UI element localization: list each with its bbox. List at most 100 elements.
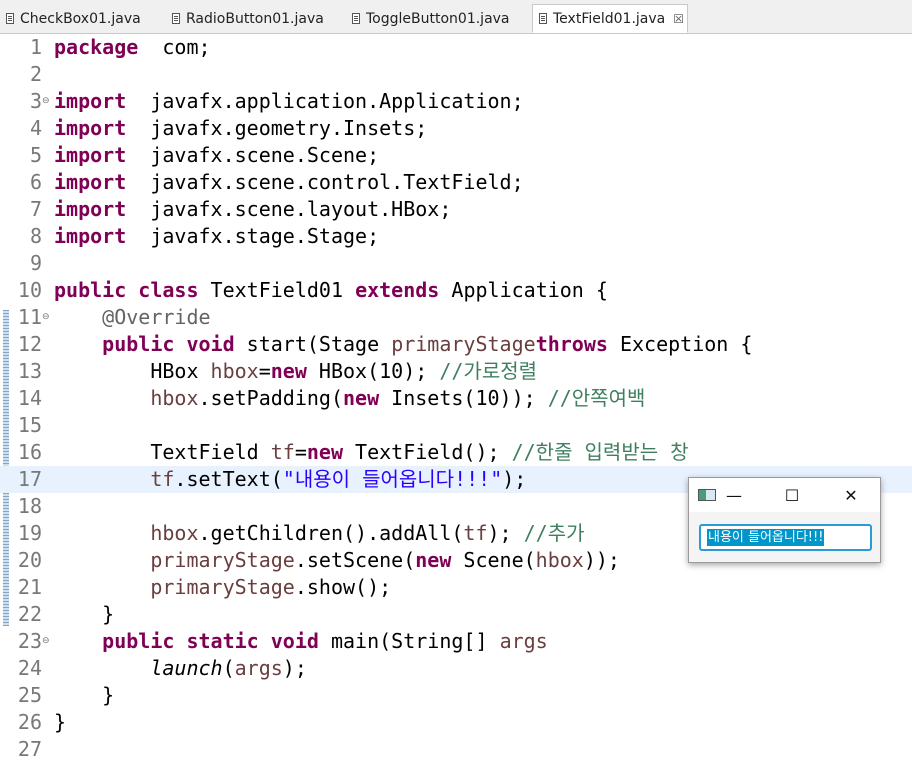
code-editor[interactable]: 1 package com; 2 3 ⊖ import javafx.applicatio… xyxy=(0,34,912,763)
code-line[interactable]: 8 import javafx.stage.Stage; xyxy=(0,223,912,250)
tab-label: RadioButton01.java xyxy=(186,10,324,27)
code-token: HBox(10); xyxy=(306,359,440,383)
close-button[interactable]: ✕ xyxy=(840,486,862,506)
code-line[interactable]: 11 ⊖ @Override xyxy=(0,304,912,331)
minimize-button[interactable]: — xyxy=(723,486,745,506)
code-line[interactable]: 14 hbox.setPadding(new Insets(10)); //안쪽… xyxy=(0,385,912,412)
code-text: } xyxy=(54,682,114,709)
code-line[interactable]: 12 public void start(Stage primaryStaget… xyxy=(0,331,912,358)
code-token: args xyxy=(499,629,548,653)
code-text: import javafx.application.Application; xyxy=(54,88,524,115)
line-number: 25 xyxy=(17,683,42,707)
code-token: TextField xyxy=(54,440,271,464)
code-token: import xyxy=(54,170,127,194)
tab-radiobutton01[interactable]: RadioButton01.java xyxy=(172,4,324,33)
code-line[interactable]: 13 HBox hbox=new HBox(10); //가로정렬 xyxy=(0,358,912,385)
code-line[interactable]: 24 launch(args); xyxy=(0,655,912,682)
code-token: tf xyxy=(150,467,175,491)
code-text: import javafx.stage.Stage; xyxy=(54,223,379,250)
code-line[interactable]: 5 import javafx.scene.Scene; xyxy=(0,142,912,169)
code-token: tf xyxy=(270,440,295,464)
code-line[interactable]: 4 import javafx.geometry.Insets; xyxy=(0,115,912,142)
code-line[interactable]: 25 } xyxy=(0,682,912,709)
editor-tab-bar: CheckBox01.java RadioButton01.java Toggl… xyxy=(0,0,912,34)
javafx-window: — ☐ ✕ 내용이 들어옵니다!!! xyxy=(688,477,881,563)
code-token: } xyxy=(54,602,115,626)
code-line[interactable]: 10 public class TextField01 extends Appli… xyxy=(0,277,912,304)
code-token: primaryStage xyxy=(150,548,295,572)
code-text: import javafx.scene.Scene; xyxy=(54,142,379,169)
window-content: 내용이 들어옵니다!!! xyxy=(689,512,880,562)
window-titlebar[interactable]: — ☐ ✕ xyxy=(689,478,880,512)
line-number: 24 xyxy=(17,656,42,680)
code-token: ); xyxy=(282,656,307,680)
code-line[interactable]: 26} xyxy=(0,709,912,736)
fold-toggle-icon[interactable]: ⊖ xyxy=(42,97,50,106)
code-line[interactable]: 9 xyxy=(0,250,912,277)
code-text: @Override xyxy=(54,304,210,331)
maximize-button[interactable]: ☐ xyxy=(781,486,803,506)
line-number: 15 xyxy=(17,413,42,437)
line-number: 17 xyxy=(17,467,42,491)
code-line[interactable]: 21 primaryStage.show(); xyxy=(0,574,912,601)
code-token: } xyxy=(54,683,115,707)
code-text: primaryStage.show(); xyxy=(54,574,391,601)
code-token: hbox xyxy=(210,359,259,383)
java-file-icon xyxy=(6,13,14,24)
code-line[interactable]: 16 TextField tf=new TextField(); //한줄 입력… xyxy=(0,439,912,466)
line-number: 2 xyxy=(29,62,42,86)
code-token: import xyxy=(54,116,127,140)
code-line[interactable]: 27 xyxy=(0,736,912,763)
code-token: //안쪽여백 xyxy=(547,386,646,410)
code-token: hbox xyxy=(535,548,584,572)
tab-togglebutton01[interactable]: ToggleButton01.java xyxy=(352,4,510,33)
code-token: javafx.geometry.Insets; xyxy=(126,116,428,140)
code-token: } xyxy=(54,710,67,734)
tab-checkbox01[interactable]: CheckBox01.java xyxy=(6,4,141,33)
line-number: 11 xyxy=(17,305,42,329)
code-token: public xyxy=(102,629,175,653)
code-line[interactable]: 22 } xyxy=(0,601,912,628)
code-token: throws xyxy=(535,332,608,356)
code-token: import xyxy=(54,197,127,221)
tab-label: ToggleButton01.java xyxy=(366,10,510,27)
line-number: 19 xyxy=(17,521,42,545)
code-line[interactable]: 7 import javafx.scene.layout.HBox; xyxy=(0,196,912,223)
code-token: .setScene( xyxy=(294,548,416,572)
code-line[interactable]: 1 package com; xyxy=(0,34,912,61)
text-field[interactable]: 내용이 들어옵니다!!! xyxy=(699,524,872,551)
code-token: Application { xyxy=(439,278,608,302)
line-number: 20 xyxy=(17,548,42,572)
code-text: import javafx.scene.layout.HBox; xyxy=(54,196,451,223)
tab-textfield01[interactable]: TextField01.java ☒ xyxy=(532,4,688,33)
code-token: .setText( xyxy=(174,467,283,491)
code-token: import xyxy=(54,224,127,248)
line-number: 13 xyxy=(17,359,42,383)
code-token: //추가 xyxy=(523,521,585,545)
code-line[interactable]: 23 ⊖ public static void main(String[] arg… xyxy=(0,628,912,655)
code-token: ); xyxy=(487,521,524,545)
code-line[interactable]: 6 import javafx.scene.control.TextField; xyxy=(0,169,912,196)
code-token: .show(); xyxy=(294,575,392,599)
code-token: TextField(); xyxy=(343,440,512,464)
text-field-value: 내용이 들어옵니다!!! xyxy=(707,529,825,546)
fold-toggle-icon[interactable]: ⊖ xyxy=(42,637,50,646)
code-text: hbox.setPadding(new Insets(10)); //안쪽여백 xyxy=(54,385,645,412)
fold-toggle-icon[interactable]: ⊖ xyxy=(42,313,50,322)
code-token: .getChildren().addAll( xyxy=(198,521,464,545)
close-tab-icon[interactable]: ☒ xyxy=(673,12,684,26)
code-line[interactable]: 2 xyxy=(0,61,912,88)
tab-label: TextField01.java xyxy=(553,10,666,27)
line-number: 1 xyxy=(29,35,42,59)
code-text: hbox.getChildren().addAll(tf); //추가 xyxy=(54,520,585,547)
code-token: HBox xyxy=(54,359,211,383)
code-line[interactable]: 15 xyxy=(0,412,912,439)
code-text: launch(args); xyxy=(54,655,307,682)
code-line[interactable]: 3 ⊖ import javafx.application.Application; xyxy=(0,88,912,115)
